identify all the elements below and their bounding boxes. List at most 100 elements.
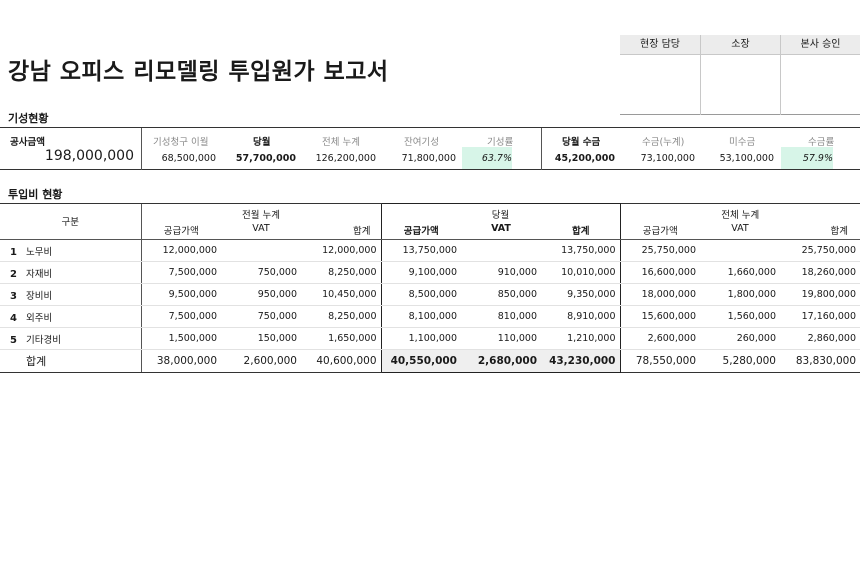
cell-prev-supply: 7,500,000 [140,305,221,328]
cell-total-sum: 17,160,000 [780,305,860,328]
total-current-vat: 2,680,000 [461,349,541,373]
sub-vat: VAT [221,221,301,240]
sub-total: 합계 [541,221,621,240]
approval-director: 소장 [700,35,780,115]
sub-total: 합계 [780,221,860,240]
cell-current-supply: 13,750,000 [380,239,461,262]
rate-label: 기성률 [487,137,514,148]
cell-current-sum: 10,010,000 [541,261,621,284]
sub-supply: 공급가액 [380,221,461,240]
cell-current-vat: 810,000 [461,305,541,328]
cell-current-sum: 13,750,000 [541,239,621,262]
total-cum-value: 126,200,000 [315,153,376,164]
collect-rate-label: 수금률 [808,137,835,148]
sub-supply: 공급가액 [620,221,700,240]
row-name: 노무비 [26,246,53,258]
cell-total-vat: 1,560,000 [700,305,780,328]
approval-site-manager: 현장 담당 [620,35,700,115]
cell-total-sum: 25,750,000 [780,239,860,262]
month-collect-value: 45,200,000 [554,153,615,164]
current-label: 당월 [253,137,271,148]
total-prev-sum: 40,600,000 [301,349,381,373]
total-current-supply: 40,550,000 [380,349,461,373]
cost-section-title: 투입비 현황 [8,188,63,201]
total-row: 합계 38,000,000 2,600,000 40,600,000 40,550,00… [0,349,860,373]
current-value: 57,700,000 [235,153,296,164]
cell-total-vat: 1,660,000 [700,261,780,284]
group-header-total: 전체 누계 [620,203,860,222]
claimed-prev-label: 기성청구 이월 [153,137,209,148]
approval-header: 본사 승인 [781,35,860,55]
cell-current-supply: 1,100,000 [380,327,461,350]
total-label: 합계 [0,349,141,373]
cell-prev-sum: 8,250,000 [301,261,381,284]
row-label: 2 자재비 [0,261,141,284]
contract-label: 공사금액 [10,137,45,148]
total-cum-label: 전체 누계 [322,137,360,148]
progress-section-title: 기성현황 [8,112,49,125]
remaining-value: 71,800,000 [401,153,456,164]
cell-prev-sum: 1,650,000 [301,327,381,350]
row-label: 3 장비비 [0,283,141,306]
row-number: 5 [10,334,17,346]
contract-value: 198,000,000 [44,148,134,164]
cell-total-supply: 2,600,000 [620,327,700,350]
total-prev-supply: 38,000,000 [140,349,221,373]
cell-prev-supply: 9,500,000 [140,283,221,306]
cell-current-vat [461,239,541,262]
cell-total-vat: 260,000 [700,327,780,350]
cell-total-vat [700,239,780,262]
cell-prev-vat: 150,000 [221,327,301,350]
table-row: 2 자재비 7,500,000 750,000 8,250,000 9,100,000 91… [0,261,860,284]
claimed-prev-value: 68,500,000 [161,153,216,164]
row-name: 장비비 [26,290,53,302]
progress-summary: 공사금액 198,000,000 기성청구 이월 68,500,000 당월 5… [0,127,860,170]
row-label: 4 외주비 [0,305,141,328]
cell-total-vat: 1,800,000 [700,283,780,306]
row-number: 1 [10,246,17,258]
cell-prev-vat: 750,000 [221,305,301,328]
row-label: 1 노무비 [0,239,141,262]
row-name: 외주비 [26,312,53,324]
collect-rate-value: 57.9% [802,153,833,164]
total-total-supply: 78,550,000 [620,349,700,373]
cell-total-sum: 19,800,000 [780,283,860,306]
cell-current-vat: 850,000 [461,283,541,306]
cell-current-vat: 110,000 [461,327,541,350]
row-number: 4 [10,312,17,324]
table-row: 4 외주비 7,500,000 750,000 8,250,000 8,100,000 81… [0,305,860,328]
approval-header: 소장 [701,35,780,55]
group-header-prev: 전월 누계 [140,203,381,222]
cell-current-supply: 9,100,000 [380,261,461,284]
sub-supply: 공급가액 [140,221,221,240]
cell-prev-sum: 12,000,000 [301,239,381,262]
approval-hq: 본사 승인 [780,35,860,115]
sub-total: 합계 [301,221,381,240]
cell-total-sum: 18,260,000 [780,261,860,284]
collect-cum-label: 수금(누계) [642,137,685,148]
cell-prev-vat: 750,000 [221,261,301,284]
cell-total-sum: 2,860,000 [780,327,860,350]
cell-current-supply: 8,100,000 [380,305,461,328]
cell-total-supply: 15,600,000 [620,305,700,328]
approval-header: 현장 담당 [620,35,700,55]
rate-value: 63.7% [481,153,512,164]
total-total-sum: 83,830,000 [780,349,860,373]
group-header-current: 당월 [380,203,621,222]
row-name: 기타경비 [26,334,61,346]
table-row: 3 장비비 9,500,000 950,000 10,450,000 8,500,000 8… [0,283,860,306]
cell-prev-supply: 1,500,000 [140,327,221,350]
total-current-sum: 43,230,000 [541,349,621,373]
sub-vat: VAT [700,221,780,240]
cell-current-sum: 1,210,000 [541,327,621,350]
total-total-vat: 5,280,000 [700,349,780,373]
total-prev-vat: 2,600,000 [221,349,301,373]
cell-current-sum: 8,910,000 [541,305,621,328]
category-header: 구분 [0,203,141,240]
cell-current-sum: 9,350,000 [541,283,621,306]
sub-vat: VAT [461,221,541,240]
uncollected-value: 53,100,000 [719,153,774,164]
cell-prev-vat: 950,000 [221,283,301,306]
row-number: 3 [10,290,17,302]
cell-current-vat: 910,000 [461,261,541,284]
